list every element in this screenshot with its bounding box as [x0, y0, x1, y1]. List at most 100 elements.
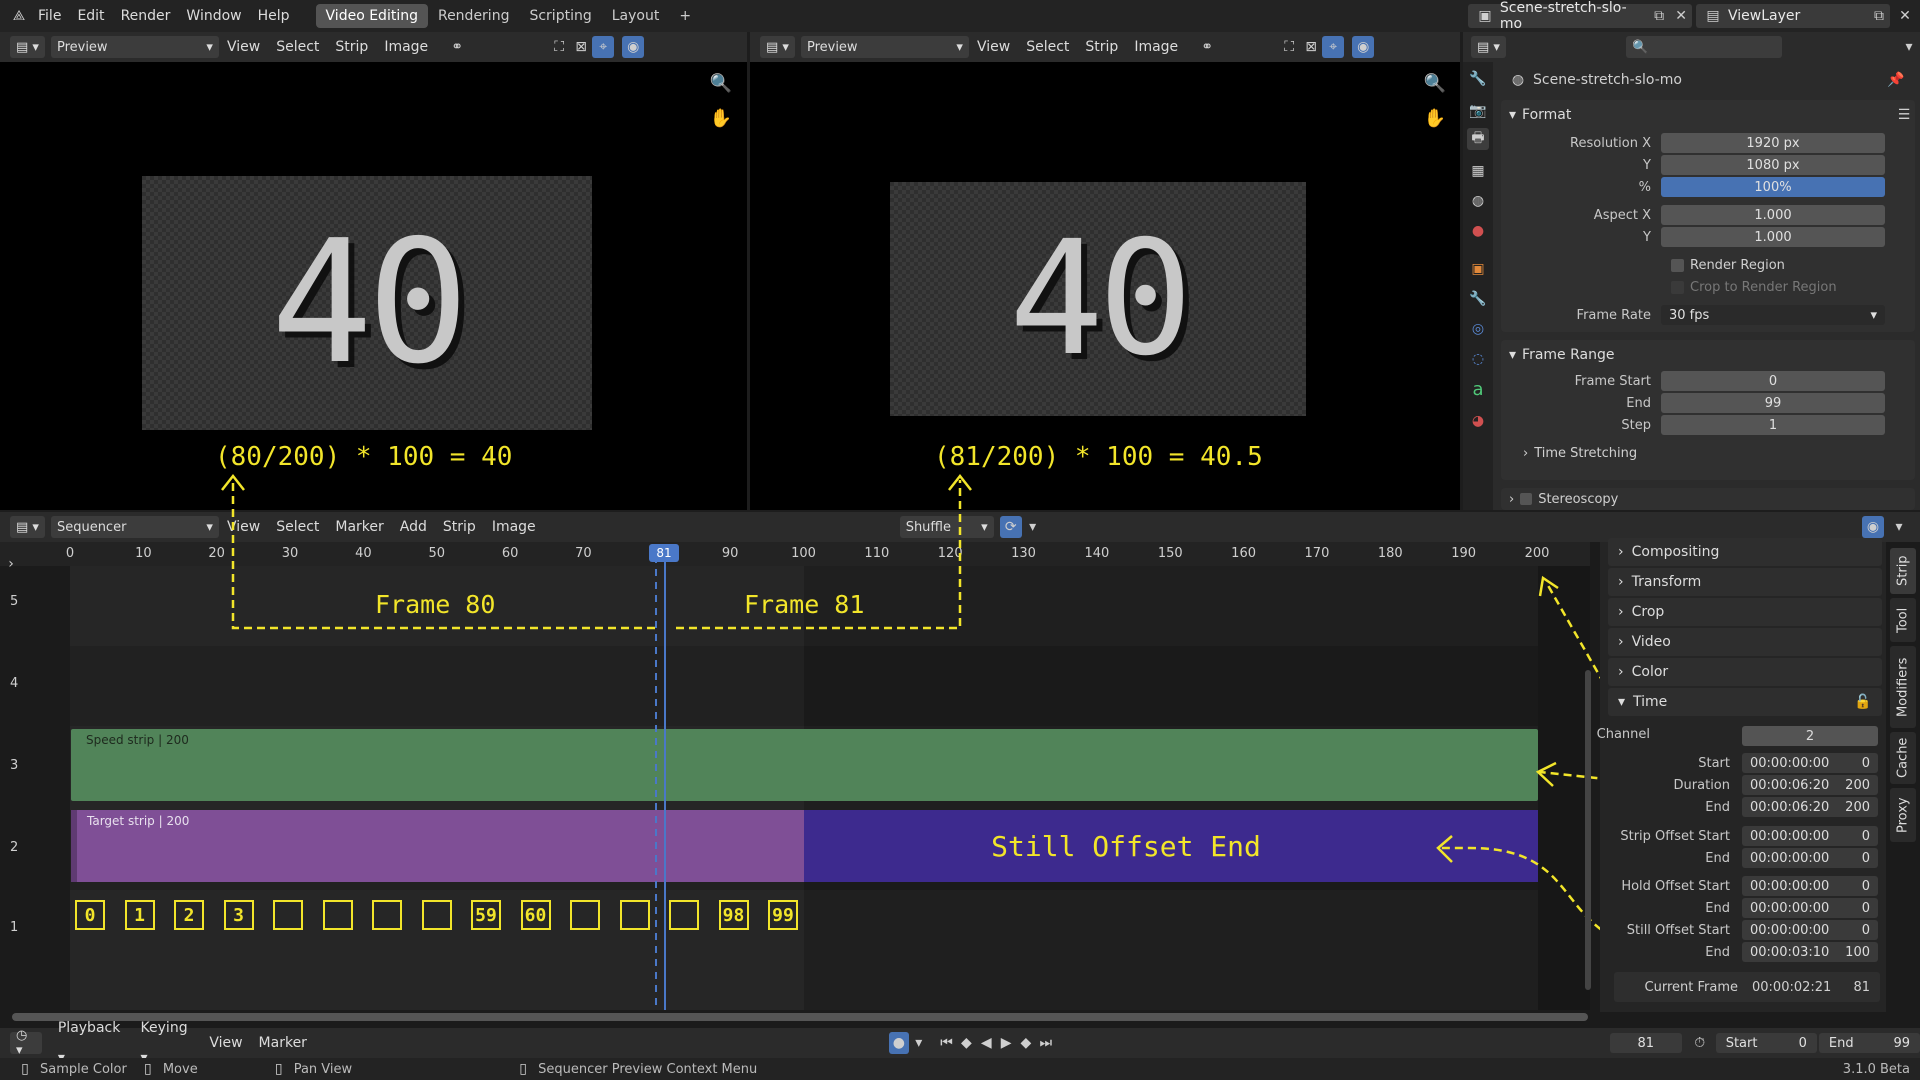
current-frame-input[interactable]: 81 — [1609, 1033, 1682, 1053]
editor-type-button[interactable]: ▤ ▾ — [10, 516, 45, 538]
resolution-y-field[interactable]: 1080 px — [1661, 155, 1885, 175]
list-icon[interactable]: ☰ — [1893, 104, 1915, 126]
overlay-icon[interactable]: ⌖ — [1322, 36, 1345, 58]
aspect-y-field[interactable]: 1.000 — [1661, 227, 1885, 247]
viewlayer-selector[interactable]: ▤ ViewLayer ⧉ — [1696, 4, 1890, 28]
menu-image[interactable]: Image — [376, 32, 436, 62]
frame-rate-select[interactable]: 30 fps ▾ — [1661, 305, 1885, 325]
menu-strip[interactable]: Strip — [327, 32, 376, 62]
material-tab-icon[interactable]: ◕ — [1467, 410, 1489, 432]
prev-keyframe-icon[interactable]: ◆ — [956, 1032, 976, 1054]
menu-file[interactable]: File — [30, 1, 69, 31]
copy-scene-icon[interactable]: ⧉ — [1648, 5, 1670, 27]
render-tab-icon[interactable]: 📷 — [1467, 100, 1489, 122]
editor-type-button[interactable]: ▤ ▾ — [760, 36, 795, 58]
playhead-line[interactable] — [664, 556, 666, 1010]
gizmo-icon[interactable]: ⊠ — [570, 36, 592, 58]
pin-icon[interactable]: 📌 — [1885, 69, 1907, 91]
menu-select[interactable]: Select — [268, 32, 327, 62]
stereoscopy-checkbox[interactable] — [1520, 493, 1533, 505]
view-icon[interactable]: ⛶ — [1278, 36, 1300, 58]
menu-marker[interactable]: Marker — [327, 512, 391, 542]
lock-icon[interactable]: 🔓 — [1852, 691, 1874, 713]
chevron-down-icon[interactable]: ▾ — [1898, 36, 1920, 58]
video-panel[interactable]: › Video — [1608, 628, 1882, 656]
link-icon[interactable]: ⚭ — [1196, 36, 1218, 58]
frame-end-field[interactable]: 99 — [1661, 393, 1885, 413]
view-icon[interactable]: ⛶ — [548, 36, 570, 58]
add-workspace-button[interactable]: + — [669, 4, 701, 28]
overlap-mode-select[interactable]: Shuffle ▾ — [899, 516, 994, 538]
scene-tab-icon[interactable]: ◍ — [1467, 190, 1489, 212]
preview-right[interactable]: ▤ ▾ Preview ▾ View Select Strip Image ⚭ ⛶… — [750, 32, 1460, 510]
time-row-field[interactable]: 00:00:06:20 200 — [1742, 797, 1878, 817]
record-icon[interactable]: ● — [888, 1032, 909, 1054]
particles-tab-icon[interactable]: ◎ — [1467, 318, 1489, 340]
time-row-field[interactable]: 00:00:00:00 0 — [1742, 898, 1878, 918]
channel-field[interactable]: 2 — [1742, 726, 1878, 746]
time-row-field[interactable]: 00:00:06:20 200 — [1742, 775, 1878, 795]
menu-select[interactable]: Select — [268, 512, 327, 542]
play-reverse-icon[interactable]: ◀ — [976, 1032, 996, 1054]
tab-rendering[interactable]: Rendering — [428, 4, 520, 28]
chevron-down-icon[interactable]: ▾ — [1888, 516, 1910, 538]
editor-type-button[interactable]: ▤ ▾ — [10, 36, 45, 58]
still-offset-region[interactable]: Still Offset End — [804, 810, 1538, 882]
menu-view[interactable]: View — [219, 32, 268, 62]
chevron-down-icon[interactable]: ▾ — [1022, 516, 1044, 538]
sidebar-tab-modifiers[interactable]: Modifiers — [1890, 646, 1916, 728]
zoom-icon[interactable]: 🔍 — [1424, 72, 1446, 94]
display-icon[interactable]: ◉ — [622, 36, 645, 58]
preview-mode-select[interactable]: Preview ▾ — [800, 36, 969, 58]
modifier-tab-icon[interactable]: 🔧 — [1467, 288, 1489, 310]
start-frame-field[interactable]: Start 0 — [1715, 1033, 1817, 1053]
menu-help[interactable]: Help — [250, 1, 298, 31]
sidebar-tab-strip[interactable]: Strip — [1890, 548, 1916, 594]
sequencer-mode-select[interactable]: Sequencer ▾ — [50, 516, 219, 538]
copy-viewlayer-icon[interactable]: ⧉ — [1868, 5, 1890, 27]
crop-panel[interactable]: › Crop — [1608, 598, 1882, 626]
next-keyframe-icon[interactable]: ◆ — [1016, 1032, 1036, 1054]
jump-start-icon[interactable]: ⏮ — [937, 1032, 957, 1054]
transform-panel[interactable]: › Transform — [1608, 568, 1882, 596]
menu-image[interactable]: Image — [1126, 32, 1186, 62]
compositing-panel[interactable]: › Compositing — [1608, 538, 1882, 566]
speed-strip[interactable]: Speed strip | 200 — [71, 729, 1538, 801]
view-layer-tab-icon[interactable]: ▦ — [1467, 160, 1489, 182]
sidebar-tab-proxy[interactable]: Proxy — [1890, 788, 1916, 842]
overlay-icon[interactable]: ⌖ — [592, 36, 615, 58]
hand-pan-icon[interactable]: ✋ — [710, 107, 732, 129]
world-tab-icon[interactable]: ● — [1467, 220, 1489, 242]
preview-mode-select[interactable]: Preview ▾ — [50, 36, 219, 58]
hand-pan-icon[interactable]: ✋ — [1424, 107, 1446, 129]
tool-tab-icon[interactable]: 🔧 — [1467, 68, 1489, 90]
stereoscopy-panel[interactable]: › Stereoscopy — [1501, 488, 1915, 510]
gizmo-icon[interactable]: ⊠ — [1300, 36, 1322, 58]
editor-type-button[interactable]: ▤ ▾ — [1471, 36, 1506, 58]
sidebar-tab-tool[interactable]: Tool — [1890, 598, 1916, 642]
end-frame-field[interactable]: End 99 — [1818, 1033, 1920, 1053]
menu-image[interactable]: Image — [484, 512, 544, 542]
current-frame-field[interactable]: 00:00:02:21 81 — [1746, 976, 1876, 998]
menu-add[interactable]: Add — [392, 512, 435, 542]
frame-start-field[interactable]: 0 — [1661, 371, 1885, 391]
menu-marker[interactable]: Marker — [251, 1028, 315, 1058]
chevron-down-icon[interactable]: ▾ — [909, 1032, 929, 1054]
scene-selector[interactable]: ▣ Scene-stretch-slo-mo ⧉ ✕ — [1468, 0, 1692, 32]
menu-view[interactable]: View — [201, 1028, 250, 1058]
object-tab-icon[interactable]: ▣ — [1467, 258, 1489, 280]
menu-view[interactable]: View — [969, 32, 1018, 62]
format-panel-header[interactable]: ▾ Format ☰ — [1501, 100, 1915, 130]
horizontal-scrollbar[interactable] — [12, 1013, 1588, 1021]
menu-select[interactable]: Select — [1018, 32, 1077, 62]
zoom-icon[interactable]: 🔍 — [710, 72, 732, 94]
aspect-x-field[interactable]: 1.000 — [1661, 205, 1885, 225]
resolution-x-field[interactable]: 1920 px — [1661, 133, 1885, 153]
time-row-field[interactable]: 00:00:00:00 0 — [1742, 848, 1878, 868]
output-tab-icon[interactable]: 🖶 — [1467, 128, 1489, 150]
time-row-field[interactable]: 00:00:03:10 100 — [1742, 942, 1878, 962]
menu-render[interactable]: Render — [113, 1, 179, 31]
jump-end-icon[interactable]: ⏭ — [1036, 1032, 1056, 1054]
link-icon[interactable]: ⚭ — [446, 36, 468, 58]
search-field[interactable]: 🔍 — [1625, 36, 1782, 58]
